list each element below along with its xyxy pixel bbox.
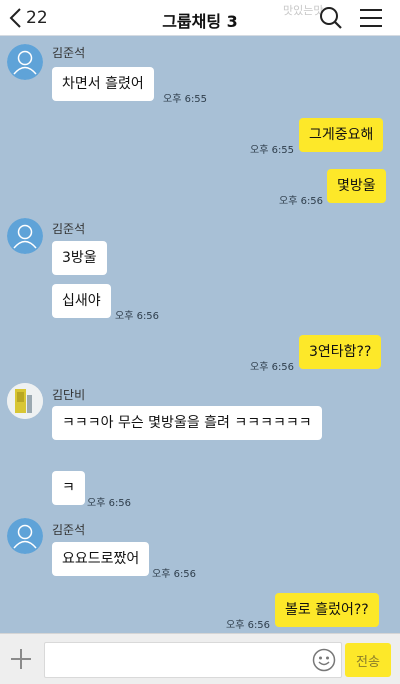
message-bubble[interactable]: ㅋㅋㅋ아 무슨 몇방울을 흘려 ㅋㅋㅋㅋㅋㅋ — [52, 406, 322, 440]
user-icon — [7, 518, 43, 554]
menu-icon[interactable] — [358, 6, 384, 30]
message-time: 오후 6:56 — [87, 498, 132, 509]
user-icon — [7, 44, 43, 80]
message-time: 오후 6:56 — [226, 620, 271, 631]
avatar-kimdanbi[interactable] — [7, 383, 43, 419]
profile-photo-icon — [7, 383, 43, 419]
message-bubble[interactable]: ㅋ — [52, 471, 85, 505]
message-input[interactable] — [44, 642, 342, 678]
sender-name: 김준석 — [52, 222, 86, 236]
message-time: 오후 6:56 — [279, 196, 324, 207]
message-bubble[interactable]: 3연타함?? — [299, 335, 382, 369]
message-bubble[interactable]: 십새야 — [52, 284, 111, 318]
avatar-kimjunseok[interactable] — [7, 218, 43, 254]
message-bubble[interactable]: 요요드로짰어 — [52, 542, 150, 576]
search-icon[interactable] — [318, 6, 344, 30]
message-time: 오후 6:56 — [250, 362, 295, 373]
user-icon — [7, 218, 43, 254]
message-bubble[interactable]: 3방울 — [52, 241, 107, 275]
emoticon-icon[interactable] — [312, 648, 336, 672]
message-time: 오후 6:56 — [152, 569, 197, 580]
message-time: 오후 6:55 — [163, 94, 208, 105]
input-bar: 전송 — [0, 633, 400, 684]
send-button[interactable]: 전송 — [345, 643, 391, 677]
message-bubble[interactable]: 차면서 흘렸어 — [52, 67, 154, 101]
chat-header: 맛있는맛 22 그룹채팅 3 — [0, 0, 400, 36]
message-time: 오후 6:55 — [250, 145, 295, 156]
message-bubble[interactable]: 몇방울 — [327, 169, 386, 203]
avatar-kimjunseok[interactable] — [7, 518, 43, 554]
plus-icon[interactable] — [10, 648, 32, 670]
sender-name: 김준석 — [52, 523, 86, 537]
sender-name: 김단비 — [52, 388, 86, 402]
avatar-kimjunseok[interactable] — [7, 44, 43, 80]
message-bubble[interactable]: 볼로 흘렀어?? — [275, 593, 379, 627]
sender-name: 김준석 — [52, 46, 86, 60]
message-time: 오후 6:56 — [115, 311, 160, 322]
message-bubble[interactable]: 그게중요해 — [299, 118, 384, 152]
